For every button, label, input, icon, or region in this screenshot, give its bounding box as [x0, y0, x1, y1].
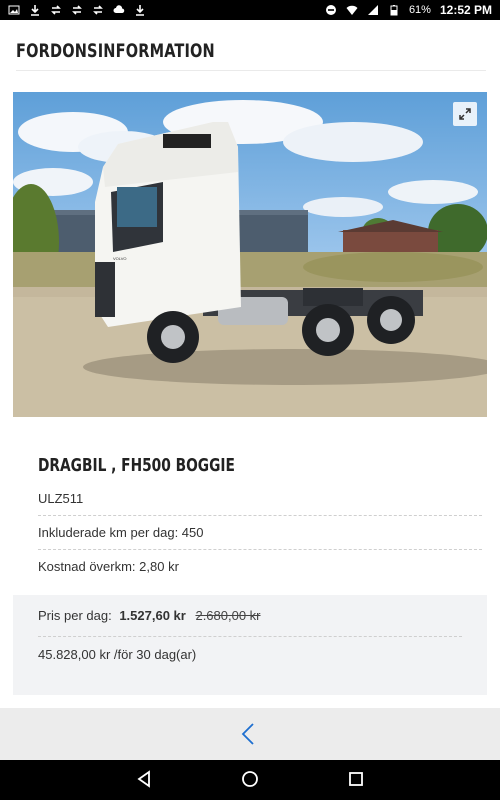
system-navigation-bar	[0, 760, 500, 800]
vehicle-title: DRAGBIL , FH500 BOGGIE	[38, 455, 235, 476]
price-per-day: Pris per dag: 1.527,60 kr 2.680,00 kr	[38, 608, 261, 623]
svg-text:VOLVO: VOLVO	[113, 256, 127, 261]
price-total: 45.828,00 kr /för 30 dag(ar)	[38, 647, 197, 662]
page-header: FORDONSINFORMATION	[16, 40, 486, 71]
chevron-left-icon	[241, 723, 254, 745]
included-km: Inkluderade km per dag: 450	[38, 516, 482, 550]
vehicle-image[interactable]: VOLVO	[13, 92, 487, 417]
system-recents-icon[interactable]	[348, 771, 364, 787]
price-box: Pris per dag: 1.527,60 kr 2.680,00 kr 45…	[13, 595, 487, 695]
image-icon	[8, 5, 20, 15]
download-icon	[136, 5, 144, 16]
sync-icon	[93, 5, 103, 15]
status-bar: 61% 12:52 PM	[0, 0, 500, 20]
vehicle-details: DRAGBIL , FH500 BOGGIE ULZ511 Inkluderad…	[38, 455, 482, 583]
vehicle-registration: ULZ511	[38, 487, 482, 516]
status-bar-system: 61% 12:52 PM	[325, 3, 492, 17]
price-per-day-current: 1.527,60 kr	[119, 608, 186, 623]
signal-icon	[367, 5, 378, 15]
clock: 12:52 PM	[439, 3, 492, 17]
system-back-icon[interactable]	[136, 770, 152, 788]
sync-icon	[51, 5, 61, 15]
price-divider	[38, 636, 462, 637]
status-bar-notifications	[8, 4, 146, 16]
extra-km-cost: Kostnad överkm: 2,80 kr	[38, 559, 179, 574]
page-title: FORDONSINFORMATION	[16, 40, 215, 62]
expand-icon	[459, 108, 471, 120]
price-per-day-original: 2.680,00 kr	[195, 608, 261, 623]
do-not-disturb-icon	[325, 5, 336, 15]
back-button[interactable]	[238, 722, 260, 746]
bottom-nav-bar	[0, 708, 500, 760]
download-icon	[31, 5, 39, 16]
battery-icon	[390, 5, 398, 16]
system-home-icon[interactable]	[241, 770, 259, 788]
wifi-icon	[346, 5, 358, 15]
sync-icon	[72, 5, 82, 15]
battery-percent: 61%	[408, 4, 431, 16]
price-per-day-label: Pris per dag:	[38, 608, 112, 623]
truck-photo: VOLVO	[13, 92, 487, 417]
cloud-icon	[113, 5, 125, 13]
expand-button[interactable]	[453, 102, 477, 126]
